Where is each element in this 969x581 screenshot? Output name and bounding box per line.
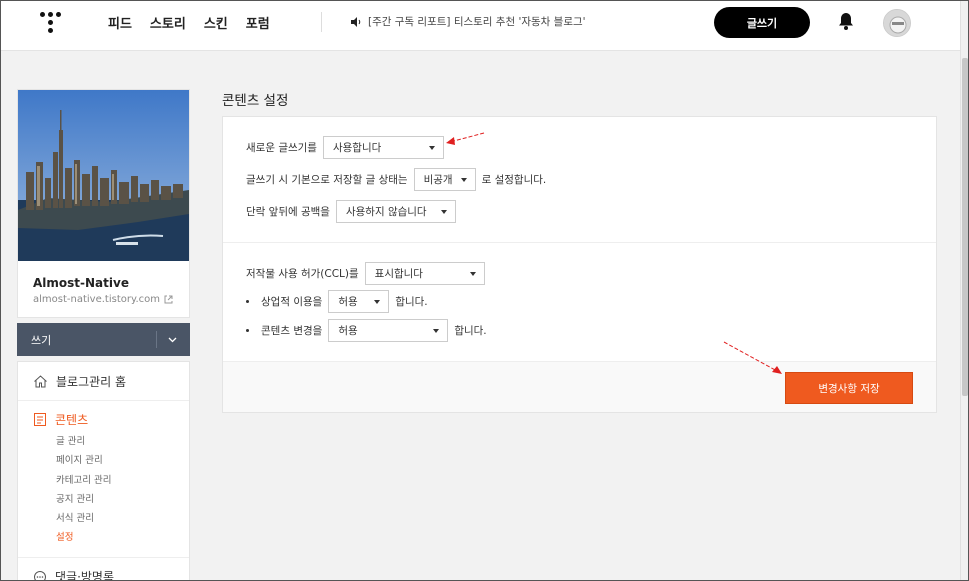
commercial-row: 상업적 이용을 허용 합니다. bbox=[246, 290, 428, 313]
paragraph-space-label: 단락 앞뒤에 공백을 bbox=[246, 206, 330, 218]
new-editor-label: 새로운 글쓰기를 bbox=[246, 142, 317, 154]
paragraph-space-select[interactable]: 사용하지 않습니다 bbox=[335, 200, 456, 223]
divider bbox=[18, 400, 189, 401]
nav-skin[interactable]: 스킨 bbox=[204, 13, 228, 32]
default-save-label: 글쓰기 시 기본으로 저장할 글 상태는 bbox=[246, 174, 408, 186]
notice-text: [주간 구독 리포트] 티스토리 추천 '자동차 블로그' bbox=[368, 16, 586, 28]
page-title: 콘텐츠 설정 bbox=[222, 93, 289, 109]
scrollbar[interactable] bbox=[960, 0, 969, 581]
bell-icon[interactable] bbox=[838, 12, 854, 30]
divider bbox=[223, 242, 936, 243]
commercial-value: 허용 bbox=[338, 296, 358, 308]
default-save-select[interactable]: 비공개 bbox=[413, 168, 476, 191]
default-save-value: 비공개 bbox=[423, 174, 453, 186]
save-changes-button[interactable]: 변경사항 저장 bbox=[785, 372, 913, 404]
default-save-suffix: 로 설정합니다. bbox=[481, 174, 547, 186]
nav-forum[interactable]: 포럼 bbox=[246, 13, 270, 32]
submenu-settings[interactable]: 설정 bbox=[56, 531, 111, 550]
modify-select[interactable]: 허용 bbox=[328, 319, 449, 342]
submenu-categories[interactable]: 카테고리 관리 bbox=[56, 474, 111, 493]
ccl-label: 저작물 사용 허가(CCL)를 bbox=[246, 268, 359, 280]
chevron-down-icon[interactable] bbox=[167, 334, 178, 345]
submenu-posts[interactable]: 글 관리 bbox=[56, 435, 111, 454]
top-bar: 피드 스토리 스킨 포럼 [주간 구독 리포트] 티스토리 추천 '자동차 블로… bbox=[0, 0, 969, 51]
modify-suffix: 합니다. bbox=[454, 325, 487, 337]
sidebar-menu: 블로그관리 홈 콘텐츠 글 관리 페이지 관리 카테고리 관리 공지 관리 서식… bbox=[17, 361, 190, 581]
new-editor-select[interactable]: 사용합니다 bbox=[322, 136, 444, 159]
write-dropdown-label: 쓰기 bbox=[31, 334, 52, 347]
blog-name[interactable]: Almost-Native bbox=[33, 276, 129, 290]
blog-card: Almost-Native almost-native.tistory.com bbox=[17, 89, 190, 318]
sidebar-item-label: 콘텐츠 bbox=[55, 413, 89, 427]
sidebar-item-comments[interactable]: 댓글·방명록 bbox=[33, 568, 114, 581]
default-save-row: 글쓰기 시 기본으로 저장할 글 상태는 비공개 로 설정합니다. bbox=[246, 168, 546, 191]
document-icon bbox=[34, 413, 46, 426]
nav-story[interactable]: 스토리 bbox=[150, 13, 186, 32]
nav-feed[interactable]: 피드 bbox=[108, 13, 132, 32]
main-nav: 피드 스토리 스킨 포럼 bbox=[108, 13, 270, 32]
sidebar-item-home[interactable]: 블로그관리 홈 bbox=[33, 373, 126, 390]
divider bbox=[321, 12, 322, 32]
submenu-notices[interactable]: 공지 관리 bbox=[56, 493, 111, 512]
bullet bbox=[246, 300, 249, 303]
paragraph-space-value: 사용하지 않습니다 bbox=[345, 206, 427, 218]
contents-submenu: 글 관리 페이지 관리 카테고리 관리 공지 관리 서식 관리 설정 bbox=[56, 435, 111, 551]
ccl-value: 표시합니다 bbox=[374, 268, 423, 280]
blog-cover-image bbox=[18, 90, 189, 261]
ccl-row: 저작물 사용 허가(CCL)를 표시합니다 bbox=[246, 262, 485, 285]
divider bbox=[18, 557, 189, 558]
avatar[interactable] bbox=[883, 9, 911, 37]
write-button[interactable]: 글쓰기 bbox=[714, 7, 810, 38]
home-icon bbox=[34, 375, 47, 388]
submenu-pages[interactable]: 페이지 관리 bbox=[56, 454, 111, 473]
sidebar-item-contents[interactable]: 콘텐츠 bbox=[33, 411, 88, 428]
notice-link[interactable]: [주간 구독 리포트] 티스토리 추천 '자동차 블로그' bbox=[350, 14, 586, 29]
speaker-icon bbox=[351, 16, 361, 27]
comment-icon bbox=[34, 570, 46, 581]
blog-url-text: almost-native.tistory.com bbox=[33, 294, 161, 305]
sidebar-item-label: 블로그관리 홈 bbox=[56, 375, 127, 389]
ccl-select[interactable]: 표시합니다 bbox=[364, 262, 485, 285]
new-editor-value: 사용합니다 bbox=[332, 142, 382, 154]
sidebar-item-label: 댓글·방명록 bbox=[55, 570, 115, 581]
blog-url[interactable]: almost-native.tistory.com bbox=[33, 294, 173, 305]
modify-value: 허용 bbox=[338, 325, 358, 337]
paragraph-space-row: 단락 앞뒤에 공백을 사용하지 않습니다 bbox=[246, 200, 456, 223]
modify-row: 콘텐츠 변경을 허용 합니다. bbox=[246, 319, 487, 342]
modify-label: 콘텐츠 변경을 bbox=[261, 325, 323, 337]
bullet bbox=[246, 329, 249, 332]
external-link-icon bbox=[164, 295, 173, 304]
scroll-thumb[interactable] bbox=[962, 58, 968, 396]
write-dropdown[interactable]: 쓰기 bbox=[17, 323, 190, 356]
submenu-templates[interactable]: 서식 관리 bbox=[56, 512, 111, 531]
commercial-label: 상업적 이용을 bbox=[261, 296, 323, 308]
divider bbox=[156, 331, 157, 348]
tistory-logo-icon[interactable] bbox=[36, 10, 66, 36]
new-editor-row: 새로운 글쓰기를 사용합니다 bbox=[246, 136, 444, 159]
commercial-select[interactable]: 허용 bbox=[328, 290, 390, 313]
commercial-suffix: 합니다. bbox=[395, 296, 428, 308]
